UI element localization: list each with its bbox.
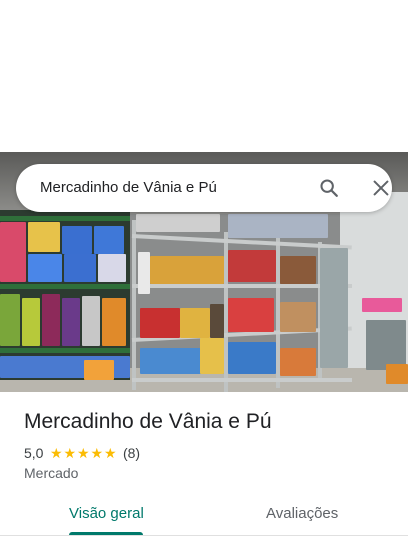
close-icon[interactable] [370,177,392,199]
photo-product [228,298,274,332]
tab-overview[interactable]: Visão geral [69,505,144,522]
rating-value: 5,0 [24,445,44,461]
photo-product [150,256,224,284]
star-rating: ★ ★ ★ ★ ★ [49,446,117,460]
place-category: Mercado [24,465,79,481]
photo-product [280,256,316,284]
photo-product [102,298,126,346]
photo-product [42,294,60,346]
photo-product [62,298,80,346]
photo-product [280,348,316,376]
search-bar[interactable]: Mercadinho de Vânia e Pú [16,164,392,212]
photo-product [62,226,92,254]
photo-product [94,226,124,254]
photo-product [28,222,60,252]
star-icon: ★ [63,445,76,461]
review-count[interactable]: (8) [123,445,140,461]
photo-shelf-bar [0,216,130,221]
place-title: Mercadinho de Vânia e Pú [24,410,272,433]
search-icon[interactable] [318,177,340,199]
photo-product [180,308,210,338]
rating-row: 5,0 ★ ★ ★ ★ ★ (8) [24,444,140,462]
map-blank-area [0,0,408,152]
photo-product [84,360,114,380]
photo-product [138,252,150,294]
photo-shelf-bar [0,284,130,289]
photo-product [140,308,180,338]
photo-product [0,294,20,346]
photo-product [210,304,224,338]
tabs-divider [0,535,408,536]
photo-product [0,222,26,282]
photo-product [228,342,276,374]
photo-product [280,302,316,332]
search-query[interactable]: Mercadinho de Vânia e Pú [40,179,217,196]
photo-product [200,338,224,374]
photo-shelf-post [132,220,136,390]
photo-product [228,214,328,238]
photo-metal-bar [132,284,352,288]
photo-product [82,296,100,346]
photo-metal-bar [132,378,352,382]
star-icon: ★ [76,445,90,461]
photo-product [28,254,62,282]
photo-product [366,320,406,370]
photo-product [362,298,402,312]
photo-product [22,298,40,346]
star-icon: ★ [90,445,103,461]
photo-product [64,254,96,282]
tab-reviews[interactable]: Avaliações [266,505,338,522]
photo-product [136,214,220,232]
photo-shelf-bar [0,348,130,353]
photo-product [320,248,348,368]
photo-product [386,364,408,384]
star-icon: ★ [103,445,117,461]
photo-product [98,254,126,282]
star-icon: ★ [49,445,63,461]
photo-product [228,250,276,282]
